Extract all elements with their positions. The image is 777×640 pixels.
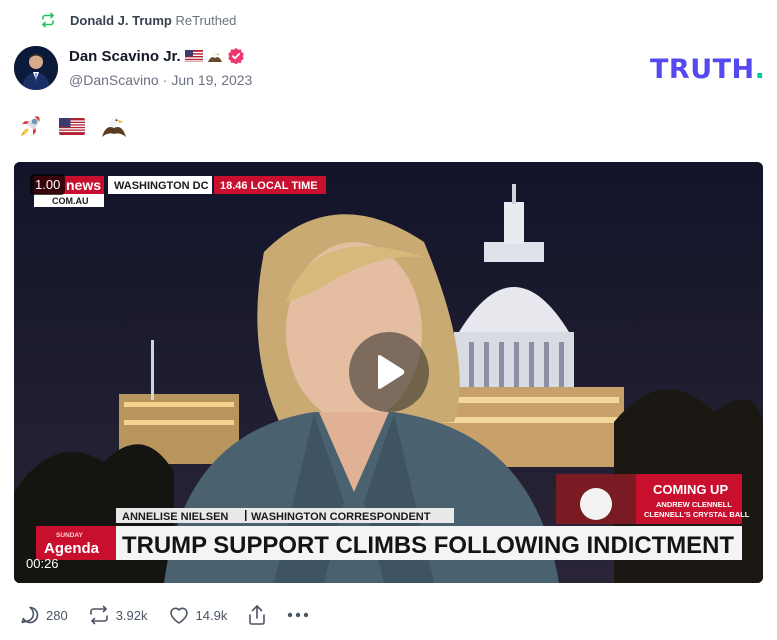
truth-social-logo[interactable]: TRUTH. — [650, 54, 765, 85]
share-button[interactable] — [247, 604, 267, 626]
meta-separator: · — [162, 72, 168, 88]
retruth-label-text: ReTruthed — [175, 12, 237, 28]
retruth-count: 3.92k — [115, 607, 148, 623]
truth-logo-text: TRUTH — [650, 54, 755, 85]
show-name: Agenda — [44, 540, 100, 557]
retruth-icon — [42, 12, 54, 28]
coming-up-name: ANDREW CLENNELL — [656, 500, 732, 509]
post-actions: 280 3.92k 14.9k — [20, 604, 329, 626]
author-handle[interactable]: @DanScavino — [69, 72, 159, 88]
avatar-image — [14, 46, 58, 90]
post-date[interactable]: Jun 19, 2023 — [171, 72, 252, 88]
more-dots-icon — [288, 612, 309, 618]
coming-up-title: COMING UP — [653, 482, 728, 497]
like-count: 14.9k — [195, 607, 228, 623]
retruth-header: Donald J. Trump ReTruthed — [40, 11, 236, 29]
reply-icon — [21, 606, 39, 624]
playback-speed-button[interactable]: 1.00 — [30, 174, 66, 195]
video-timestamp: 00:26 — [26, 556, 59, 571]
video-player[interactable]: news WASHINGTON DC 18.46 LOCAL TIME COM.… — [14, 162, 763, 583]
verified-badge-icon — [227, 48, 244, 65]
news-domain-text: COM.AU — [52, 196, 89, 206]
heart-icon — [169, 607, 188, 624]
headline-text: TRUMP SUPPORT CLIMBS FOLLOWING INDICTMEN… — [122, 532, 734, 559]
reply-button[interactable]: 280 — [20, 605, 68, 625]
rocket-icon — [21, 116, 40, 136]
retruth-action-icon — [89, 605, 108, 625]
more-options-button[interactable] — [287, 612, 309, 618]
post-text — [16, 112, 128, 140]
eagle-icon — [207, 51, 222, 62]
news-brand-text: news — [66, 177, 101, 193]
reporter-role: WASHINGTON CORRESPONDENT — [251, 511, 431, 523]
coming-up-panel: COMING UP ANDREW CLENNELL CLENNELL'S CRY… — [556, 474, 750, 524]
like-button[interactable]: 14.9k — [168, 605, 228, 625]
us-flag-icon — [184, 50, 203, 62]
show-small-text: SUNDAY — [56, 532, 84, 539]
author-name-row: Dan Scavino Jr. — [69, 47, 245, 65]
coming-up-segment: CLENNELL'S CRYSTAL BALL — [644, 510, 750, 519]
us-flag-emoji-icon — [59, 118, 85, 135]
play-icon — [378, 355, 405, 389]
play-button[interactable] — [349, 332, 429, 412]
retruth-user-link[interactable]: Donald J. Trump — [70, 13, 172, 28]
eagle-emoji-icon — [102, 117, 126, 137]
author-meta: @DanScavino · Jun 19, 2023 — [69, 72, 252, 88]
retruth-button[interactable]: 3.92k — [88, 605, 148, 625]
avatar[interactable] — [14, 46, 58, 90]
author-display-name[interactable]: Dan Scavino Jr. — [69, 48, 181, 65]
retruth-label: Donald J. Trump ReTruthed — [70, 13, 236, 28]
truth-logo-dot: . — [754, 54, 766, 85]
location-text: WASHINGTON DC — [114, 180, 209, 192]
local-time-text: 18.46 LOCAL TIME — [220, 180, 318, 192]
reply-count: 280 — [46, 607, 68, 623]
share-icon — [249, 605, 266, 625]
reporter-name: ANNELISE NIELSEN — [122, 511, 228, 523]
